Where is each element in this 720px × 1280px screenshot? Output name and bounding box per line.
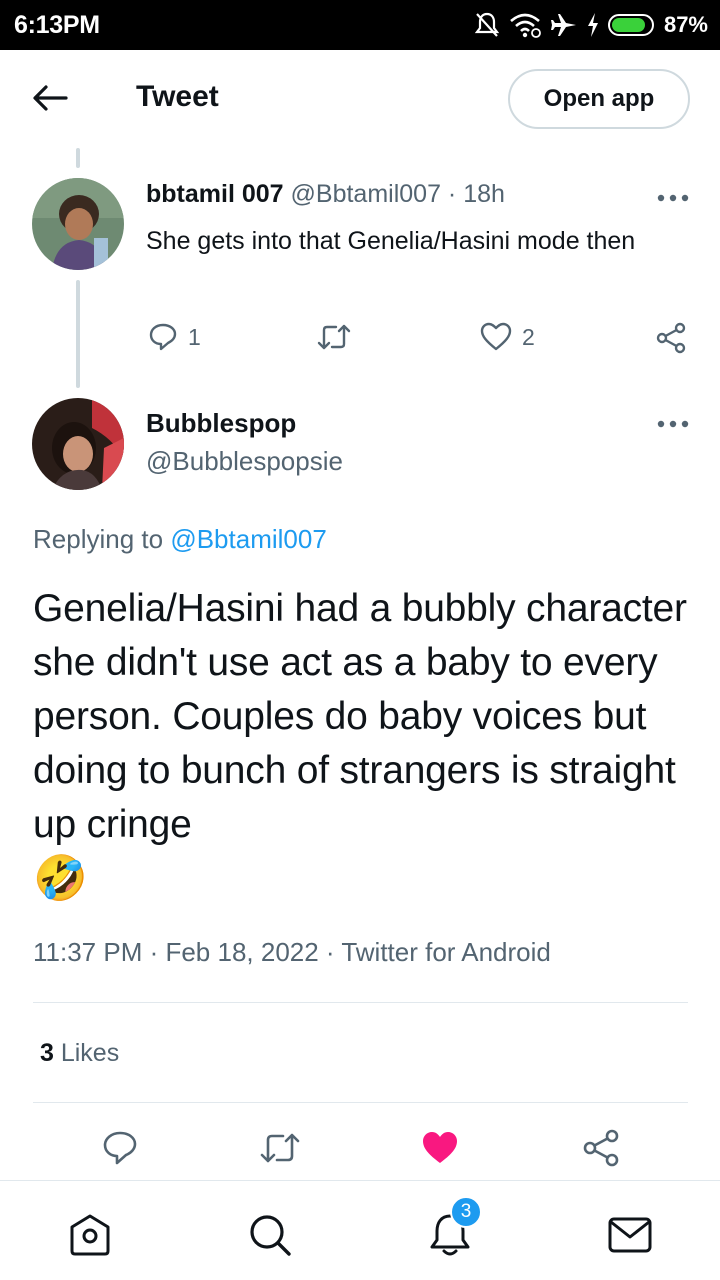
charging-icon: [587, 13, 598, 37]
mute-icon: [474, 12, 500, 37]
thread-line-top: [76, 148, 80, 168]
reply-button[interactable]: 1: [148, 322, 201, 352]
notification-badge: 3: [450, 1196, 482, 1228]
like-count: 2: [522, 323, 535, 350]
share-icon[interactable]: [582, 1129, 620, 1167]
replying-label: Replying to: [33, 524, 171, 554]
replying-mention-link[interactable]: @Bbtamil007: [170, 524, 326, 554]
main-author-handle[interactable]: @Bubblespopsie: [146, 446, 343, 477]
likes-summary[interactable]: 3 Likes: [40, 1039, 119, 1068]
status-bar: 6:13PM 87%: [0, 0, 720, 50]
main-tweet-text: Genelia/Hasini had a bubbly character sh…: [33, 582, 698, 908]
reply-icon[interactable]: [102, 1130, 138, 1166]
parent-author-handle[interactable]: @Bbtamil007: [291, 180, 441, 208]
airplane-icon: [550, 14, 576, 36]
likes-label: Likes: [53, 1039, 120, 1067]
status-icons: 87%: [474, 8, 708, 42]
tweet-timestamp: 11:37 PM · Feb 18, 2022 · Twitter for An…: [33, 937, 551, 967]
parent-tweet-meta: bbtamil 007 @Bbtamil007 · 18h: [146, 180, 505, 209]
avatar[interactable]: [32, 398, 124, 490]
parent-tweet-text: She gets into that Genelia/Hasini mode t…: [146, 227, 636, 255]
avatar[interactable]: [32, 178, 124, 270]
home-icon[interactable]: [66, 1211, 114, 1259]
replying-to: Replying to @Bbtamil007: [33, 524, 327, 555]
thread-line-connector: [76, 280, 80, 388]
back-arrow-icon[interactable]: [30, 80, 70, 116]
heart-icon[interactable]: [421, 1130, 459, 1166]
search-icon[interactable]: [246, 1211, 294, 1259]
parent-author-name[interactable]: bbtamil 007: [146, 180, 284, 208]
retweet-icon: [317, 324, 351, 350]
reply-count: 1: [188, 323, 201, 350]
messages-icon[interactable]: [606, 1211, 654, 1259]
open-app-button[interactable]: Open app: [508, 69, 690, 129]
reply-icon: [149, 323, 177, 351]
bottom-navigation: [0, 1180, 720, 1280]
retweet-icon[interactable]: [258, 1130, 302, 1166]
more-options-icon[interactable]: [656, 419, 690, 429]
rofl-emoji: 🤣: [33, 854, 88, 903]
parent-tweet-age: 18h: [463, 180, 505, 208]
meta-separator: ·: [440, 180, 464, 208]
more-options-icon[interactable]: [656, 193, 690, 203]
like-button[interactable]: 2: [480, 322, 535, 352]
retweet-button[interactable]: [316, 322, 352, 352]
battery-icon: [607, 14, 654, 36]
likes-count: 3: [40, 1039, 54, 1067]
top-app-bar: Tweet Open app: [0, 50, 720, 146]
main-author-name[interactable]: Bubblespop: [146, 408, 296, 439]
heart-icon: [480, 322, 512, 351]
page-title: Tweet: [136, 80, 219, 113]
wifi-icon: [510, 13, 541, 38]
divider: [33, 1102, 688, 1103]
battery-percent: 87%: [663, 12, 708, 37]
divider: [33, 1002, 688, 1003]
share-icon: [656, 322, 686, 354]
share-button[interactable]: [655, 322, 687, 354]
main-tweet-body: Genelia/Hasini had a bubbly character sh…: [33, 587, 687, 846]
status-time: 6:13PM: [14, 11, 100, 39]
